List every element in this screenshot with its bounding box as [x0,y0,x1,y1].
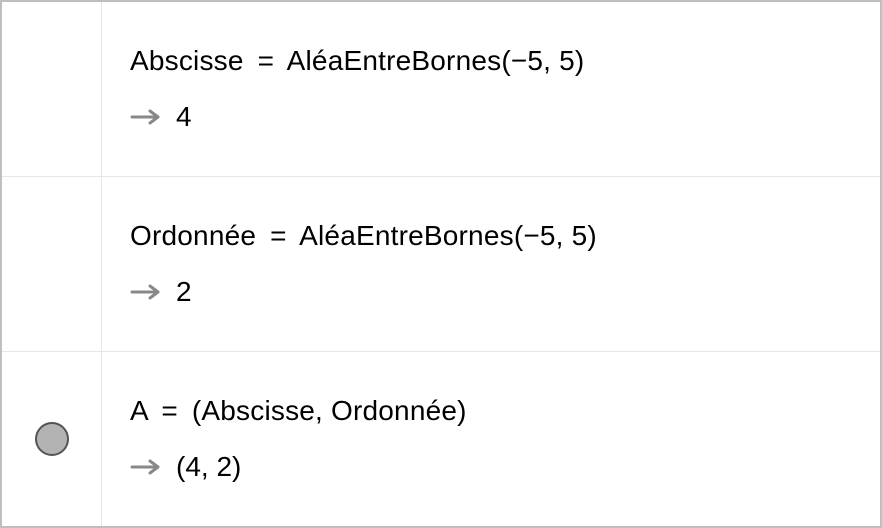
arrow-right-icon [130,107,164,127]
output-line: (4, 2) [130,451,852,483]
algebra-panel: Abscisse = AléaEntreBornes(−5, 5) 4 Ordo… [0,0,882,528]
point-marker-icon[interactable] [35,422,69,456]
row-content: Abscisse = AléaEntreBornes(−5, 5) 4 [102,2,880,176]
row-gutter [2,352,102,526]
rhs-args: (−5, 5) [514,220,597,251]
lhs-name: Ordonnée [130,220,256,251]
definition-line: Ordonnée = AléaEntreBornes(−5, 5) [130,220,852,252]
row-content: Ordonnée = AléaEntreBornes(−5, 5) 2 [102,177,880,351]
equals-sign: = [161,395,178,426]
row-gutter [2,177,102,351]
algebra-row[interactable]: Abscisse = AléaEntreBornes(−5, 5) 4 [2,2,880,177]
output-line: 4 [130,101,852,133]
algebra-row[interactable]: A = (Abscisse, Ordonnée) (4, 2) [2,352,880,526]
rhs-args: (Abscisse, Ordonnée) [192,395,467,426]
equals-sign: = [258,45,275,76]
rhs-args: (−5, 5) [501,45,584,76]
definition-line: Abscisse = AléaEntreBornes(−5, 5) [130,45,852,77]
output-line: 2 [130,276,852,308]
output-value: (4, 2) [176,451,241,483]
output-value: 4 [176,101,192,133]
equals-sign: = [270,220,287,251]
arrow-right-icon [130,457,164,477]
lhs-name: A [130,395,147,426]
arrow-right-icon [130,282,164,302]
lhs-name: Abscisse [130,45,244,76]
definition-line: A = (Abscisse, Ordonnée) [130,395,852,427]
rhs-function: AléaEntreBornes [287,45,502,76]
output-value: 2 [176,276,192,308]
row-gutter [2,2,102,176]
rhs-function: AléaEntreBornes [299,220,514,251]
algebra-row[interactable]: Ordonnée = AléaEntreBornes(−5, 5) 2 [2,177,880,352]
row-content: A = (Abscisse, Ordonnée) (4, 2) [102,352,880,526]
